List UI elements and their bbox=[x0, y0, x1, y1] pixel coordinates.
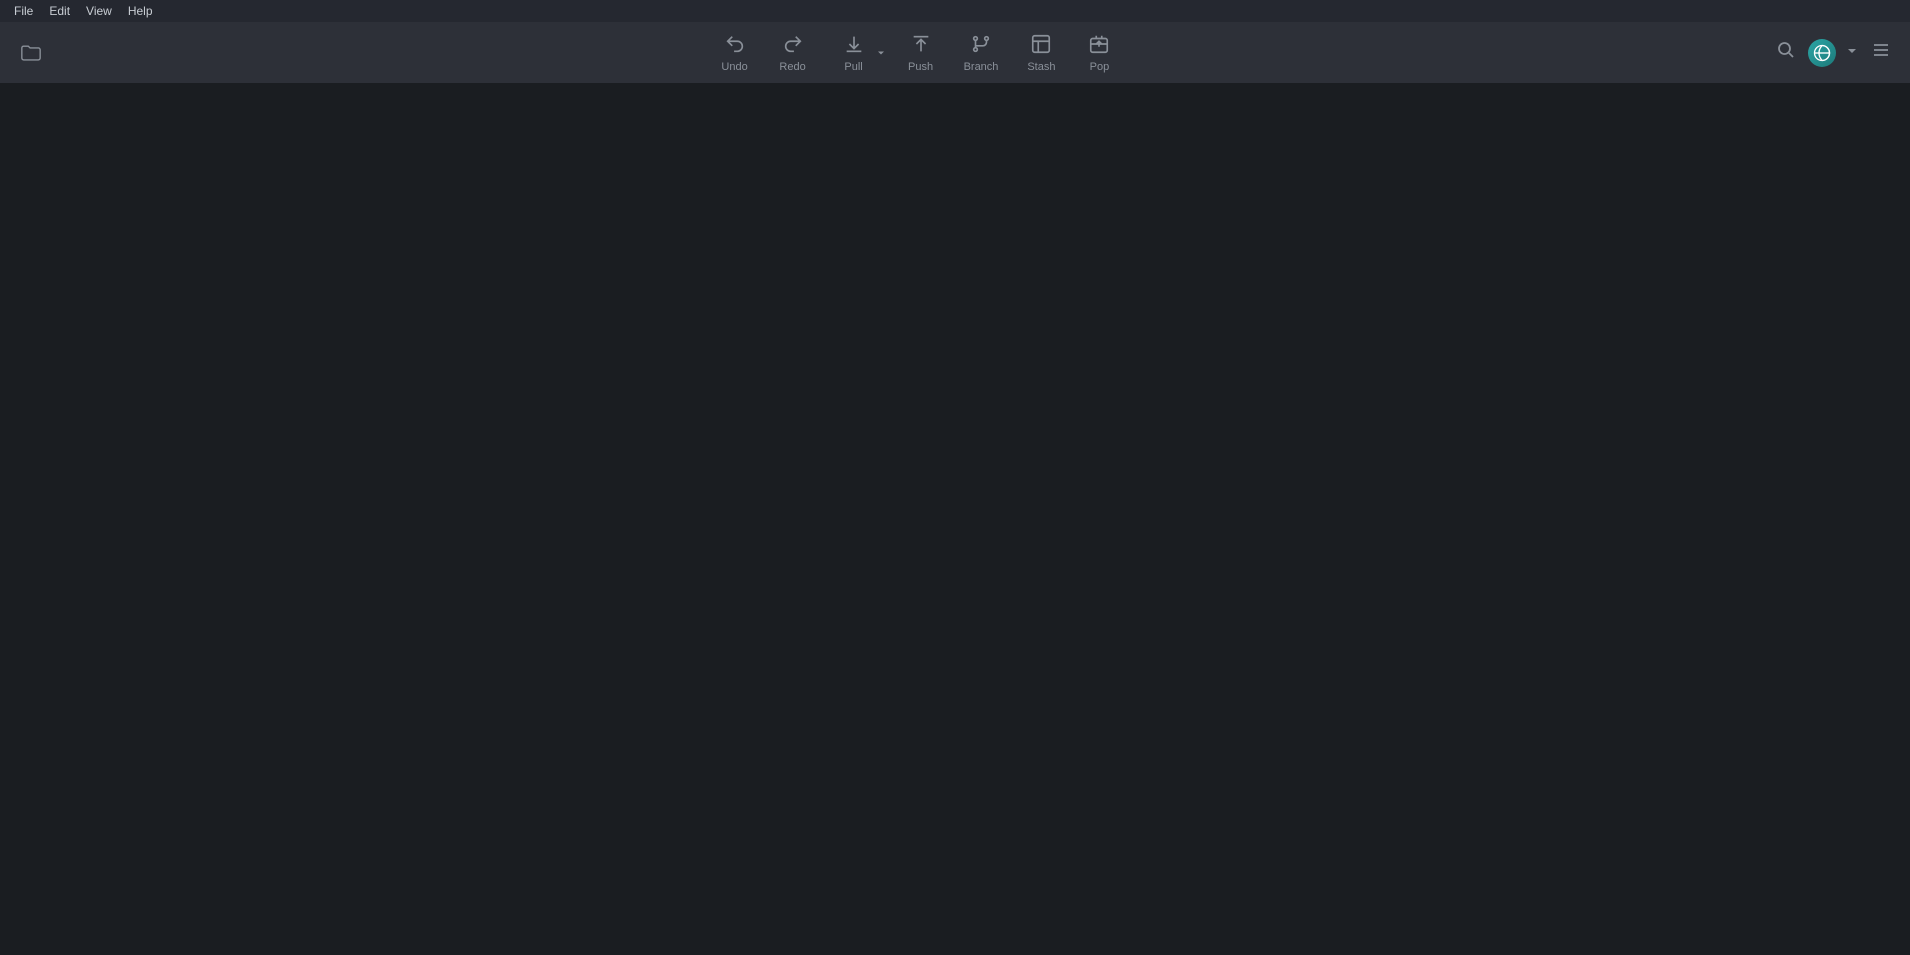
undo-button[interactable]: Undo bbox=[710, 29, 760, 77]
menu-button[interactable] bbox=[1868, 37, 1894, 68]
push-button[interactable]: Push bbox=[896, 29, 946, 77]
search-button[interactable] bbox=[1772, 36, 1800, 69]
avatar[interactable] bbox=[1808, 39, 1836, 67]
toolbar-left bbox=[16, 38, 46, 68]
menu-help[interactable]: Help bbox=[122, 2, 159, 20]
push-icon bbox=[910, 33, 932, 59]
pop-button[interactable]: Pop bbox=[1074, 29, 1124, 77]
stash-icon bbox=[1030, 33, 1052, 59]
menu-edit[interactable]: Edit bbox=[43, 2, 76, 20]
stash-button[interactable]: Stash bbox=[1016, 29, 1066, 77]
stash-label: Stash bbox=[1027, 61, 1055, 73]
menubar: File Edit View Help bbox=[0, 0, 1910, 22]
redo-icon bbox=[782, 33, 804, 59]
push-label: Push bbox=[908, 61, 933, 73]
pull-button[interactable]: Pull bbox=[826, 29, 876, 77]
menu-file[interactable]: File bbox=[8, 2, 39, 20]
menu-view[interactable]: View bbox=[80, 2, 118, 20]
branch-button[interactable]: Branch bbox=[954, 29, 1009, 77]
open-folder-button[interactable] bbox=[16, 38, 46, 68]
redo-button[interactable]: Redo bbox=[768, 29, 818, 77]
pull-label: Pull bbox=[844, 61, 862, 73]
account-dropdown-button[interactable] bbox=[1844, 43, 1860, 62]
pull-icon bbox=[843, 33, 865, 59]
branch-label: Branch bbox=[964, 61, 999, 73]
pull-button-group: Pull bbox=[826, 29, 888, 77]
undo-icon bbox=[724, 33, 746, 59]
redo-label: Redo bbox=[779, 61, 805, 73]
main-content bbox=[0, 84, 1910, 955]
pop-label: Pop bbox=[1090, 61, 1110, 73]
undo-label: Undo bbox=[721, 61, 747, 73]
branch-icon bbox=[970, 33, 992, 59]
toolbar-right bbox=[1772, 36, 1894, 69]
pull-dropdown-button[interactable] bbox=[876, 44, 888, 62]
pop-icon bbox=[1088, 33, 1110, 59]
toolbar-center: Undo Redo Pull bbox=[62, 29, 1772, 77]
toolbar: Undo Redo Pull bbox=[0, 22, 1910, 84]
